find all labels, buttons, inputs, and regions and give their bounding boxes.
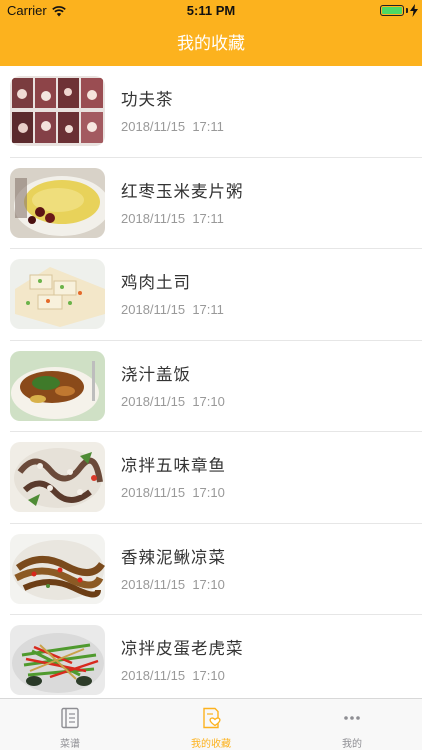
status-bar: Carrier 5:11 PM [0,0,422,22]
porridge-photo [10,167,105,238]
dish-title: 香辣泥鳅凉菜 [121,547,226,567]
battery-tip [406,8,408,13]
dish-thumbnail [10,442,105,512]
dish-thumbnail [10,533,105,604]
tab-me[interactable]: 我的 [282,699,422,751]
nav-bar: 我的收藏 [0,22,422,66]
dish-title: 红枣玉米麦片粥 [121,181,244,201]
spicy-loach-photo [10,533,105,604]
favorite-date: 2018/11/15 17:10 [121,393,225,409]
favorite-item[interactable]: 凉拌五味章鱼 2018/11/15 17:10 [0,432,422,524]
page-title: 我的收藏 [177,34,245,54]
favorite-date: 2018/11/15 17:11 [121,119,224,134]
favorite-item[interactable]: 凉拌皮蛋老虎菜 2018/11/15 17:10 [0,615,422,698]
dish-thumbnail [10,625,105,695]
tab-favorites[interactable]: 我的收藏 [141,699,281,751]
dish-title: 鸡肉土司 [121,273,191,292]
favorites-icon [203,707,221,729]
tab-recipes[interactable]: 菜谱 [0,699,140,751]
dish-thumbnail [10,259,105,329]
dish-thumbnail [10,350,105,421]
dish-title: 凉拌皮蛋老虎菜 [121,639,244,658]
tea-ceremony-photo [10,76,105,146]
favorite-date: 2018/11/15 17:10 [121,668,225,683]
favorite-date: 2018/11/15 17:10 [121,576,225,592]
dish-title: 凉拌五味章鱼 [121,456,226,475]
egg-salad-photo [10,625,105,695]
favorite-item[interactable]: 红枣玉米麦片粥 2018/11/15 17:11 [0,158,422,249]
charging-icon [410,4,418,17]
status-time: 5:11 PM [186,3,236,18]
favorite-date: 2018/11/15 17:10 [121,485,225,500]
dish-thumbnail [10,167,105,238]
favorites-list[interactable]: 功夫茶 2018/11/15 17:11 红枣玉米麦片粥 2018/11/15 … [0,66,422,698]
chicken-toast-photo [10,259,105,329]
favorite-date: 2018/11/15 17:11 [121,210,224,226]
favorite-item[interactable]: 功夫茶 2018/11/15 17:11 [0,66,422,158]
dish-title: 功夫茶 [121,90,174,109]
tab-label: 我的 [342,739,362,750]
favorite-date: 2018/11/15 17:11 [121,302,224,317]
tab-label: 我的收藏 [191,739,231,750]
battery-icon [380,5,404,16]
octopus-salad-photo [10,442,105,512]
tab-bar: 菜谱 我的收藏 我的 [0,698,422,750]
book-icon [61,707,79,729]
favorite-item[interactable]: 浇汁盖饭 2018/11/15 17:10 [0,341,422,432]
favorite-item[interactable]: 香辣泥鳅凉菜 2018/11/15 17:10 [0,524,422,615]
rice-bowl-photo [10,350,105,421]
more-icon [344,716,360,720]
tab-label: 菜谱 [60,739,80,750]
dish-title: 浇汁盖饭 [121,364,191,384]
dish-thumbnail [10,76,105,146]
favorite-item[interactable]: 鸡肉土司 2018/11/15 17:11 [0,249,422,341]
